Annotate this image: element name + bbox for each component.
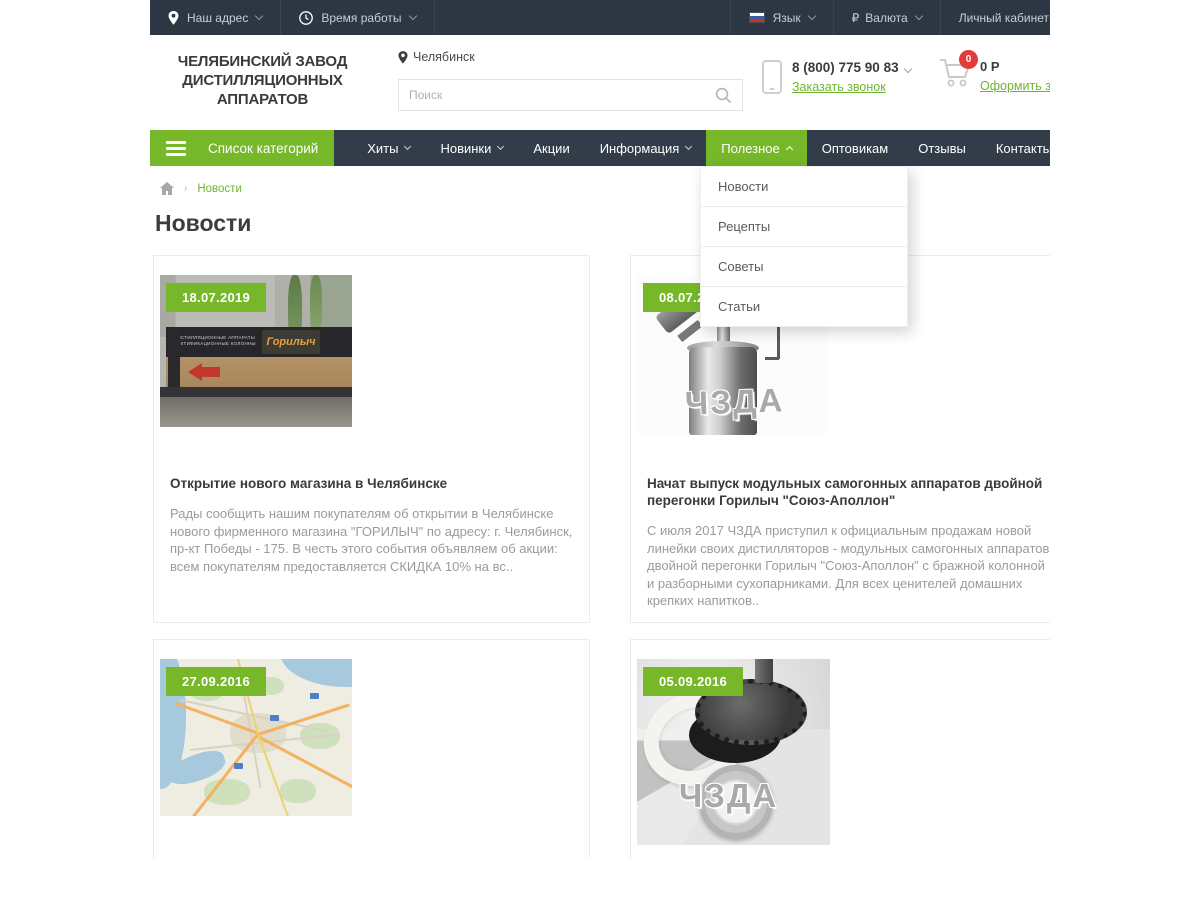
cart-block[interactable]: 0 0 Р Оформить заказ — [938, 57, 1050, 94]
news-grid: 18.07.2019 ДИСТИЛЛЯЦИОННЫЕ АППАРАТЫ РЕКТ… — [150, 255, 1050, 858]
map-marker — [234, 763, 243, 769]
nav-item-sales[interactable]: Акции — [518, 130, 584, 166]
nav-item-reviews[interactable]: Отзывы — [903, 130, 981, 166]
logo-line: АППАРАТОВ — [160, 90, 365, 109]
nav-item-new[interactable]: Новинки — [425, 130, 518, 166]
cart-count-badge: 0 — [959, 50, 978, 69]
work-hours-menu[interactable]: Время работы — [281, 0, 434, 35]
chevron-down-icon — [255, 12, 263, 20]
location-pin-icon — [398, 51, 408, 64]
ruble-icon: ₽ — [852, 11, 860, 25]
nav-item-wholesale[interactable]: Оптовикам — [807, 130, 904, 166]
cart-total: 0 Р — [980, 59, 1050, 74]
header: ЧЕЛЯБИНСКИЙ ЗАВОД ДИСТИЛЛЯЦИОННЫХ АППАРА… — [150, 35, 1050, 130]
date-badge: 05.09.2016 — [643, 667, 743, 696]
watermark: ЧЗДА — [679, 777, 778, 815]
nav-item-info[interactable]: Информация — [585, 130, 707, 166]
site-viewport: Наш адрес Время работы Язык ₽ Валюта — [150, 0, 1050, 858]
chevron-down-icon — [404, 143, 411, 150]
search-button[interactable] — [705, 87, 742, 104]
nav-item-useful[interactable]: Полезное — [706, 130, 806, 166]
logo-line: ЧЕЛЯБИНСКИЙ ЗАВОД — [160, 52, 365, 71]
phone-number[interactable]: 8 (800) 775 90 83 — [792, 60, 911, 75]
currency-label: Валюта — [865, 11, 907, 25]
search-icon — [715, 87, 732, 104]
date-badge: 27.09.2016 — [166, 667, 266, 696]
dropdown-item-articles[interactable]: Статьи — [701, 286, 907, 326]
dropdown-item-recipes[interactable]: Рецепты — [701, 206, 907, 246]
map-marker — [310, 693, 319, 699]
chevron-down-icon — [497, 143, 504, 150]
news-card[interactable]: 05.09.2016 ЧЗДА Начат выпуск самогонных … — [630, 639, 1050, 859]
news-title[interactable]: Начат выпуск модульных самогонных аппара… — [647, 475, 1050, 509]
breadcrumb-separator: › — [184, 183, 187, 194]
our-address-menu[interactable]: Наш адрес — [150, 0, 281, 35]
chevron-up-icon — [786, 146, 793, 153]
nav-item-contacts[interactable]: Контакты — [981, 130, 1050, 166]
hamburger-icon — [166, 138, 186, 159]
chevron-down-icon — [903, 65, 911, 73]
clock-icon — [299, 11, 313, 25]
language-menu[interactable]: Язык — [730, 0, 833, 35]
breadcrumb: › Новости — [160, 182, 1050, 195]
page-title: Новости — [155, 210, 1050, 237]
location-pin-icon — [168, 11, 179, 25]
dropdown-item-tips[interactable]: Советы — [701, 246, 907, 286]
date-badge: 18.07.2019 — [166, 283, 266, 312]
breadcrumb-current[interactable]: Новости — [197, 183, 242, 195]
site-logo[interactable]: ЧЕЛЯБИНСКИЙ ЗАВОД ДИСТИЛЛЯЦИОННЫХ АППАРА… — [160, 52, 365, 109]
dropdown-item-news[interactable]: Новости — [701, 167, 907, 206]
top-bar: Наш адрес Время работы Язык ₽ Валюта — [150, 0, 1050, 35]
checkout-link[interactable]: Оформить заказ — [980, 79, 1050, 93]
search-box — [398, 79, 743, 111]
account-link[interactable]: Личный кабинет — [940, 0, 1050, 35]
chevron-down-icon — [914, 12, 922, 20]
phone-block: 8 (800) 775 90 83 Заказать звонок — [762, 60, 911, 94]
news-excerpt: Рады сообщить нашим покупателям об откры… — [170, 505, 573, 575]
city-label: Челябинск — [413, 50, 475, 64]
account-label: Личный кабинет — [959, 11, 1049, 25]
work-hours-label: Время работы — [321, 11, 401, 25]
mobile-phone-icon — [762, 60, 782, 94]
brand-sign: Горилыч — [262, 330, 320, 354]
request-call-link[interactable]: Заказать звонок — [792, 80, 911, 94]
chevron-down-icon — [685, 143, 692, 150]
watermark: ЧЗДА — [684, 381, 784, 422]
search-input[interactable] — [399, 88, 705, 102]
russian-flag-icon — [749, 12, 765, 23]
categories-button[interactable]: Список категорий — [150, 130, 334, 166]
news-title[interactable]: Открытие нового магазина в Челябинске — [170, 475, 573, 492]
language-label: Язык — [773, 11, 801, 25]
news-card[interactable]: 18.07.2019 ДИСТИЛЛЯЦИОННЫЕ АППАРАТЫ РЕКТ… — [153, 255, 590, 623]
useful-dropdown-menu: Новости Рецепты Советы Статьи — [700, 166, 908, 327]
news-excerpt: С июля 2017 ЧЗДА приступил к официальным… — [647, 522, 1050, 610]
news-card[interactable]: 27.09.2016 — [153, 639, 590, 859]
city-selector[interactable]: Челябинск — [398, 50, 475, 64]
chevron-down-icon — [408, 12, 416, 20]
nav-item-hits[interactable]: Хиты — [352, 130, 425, 166]
logo-line: ДИСТИЛЛЯЦИОННЫХ — [160, 71, 365, 90]
categories-label: Список категорий — [208, 141, 318, 156]
map-marker — [270, 715, 279, 721]
home-icon[interactable] — [160, 182, 174, 195]
chevron-down-icon — [807, 12, 815, 20]
currency-menu[interactable]: ₽ Валюта — [833, 0, 940, 35]
our-address-label: Наш адрес — [187, 11, 248, 25]
main-nav: Список категорий Хиты Новинки Акции Инфо… — [150, 130, 1050, 166]
